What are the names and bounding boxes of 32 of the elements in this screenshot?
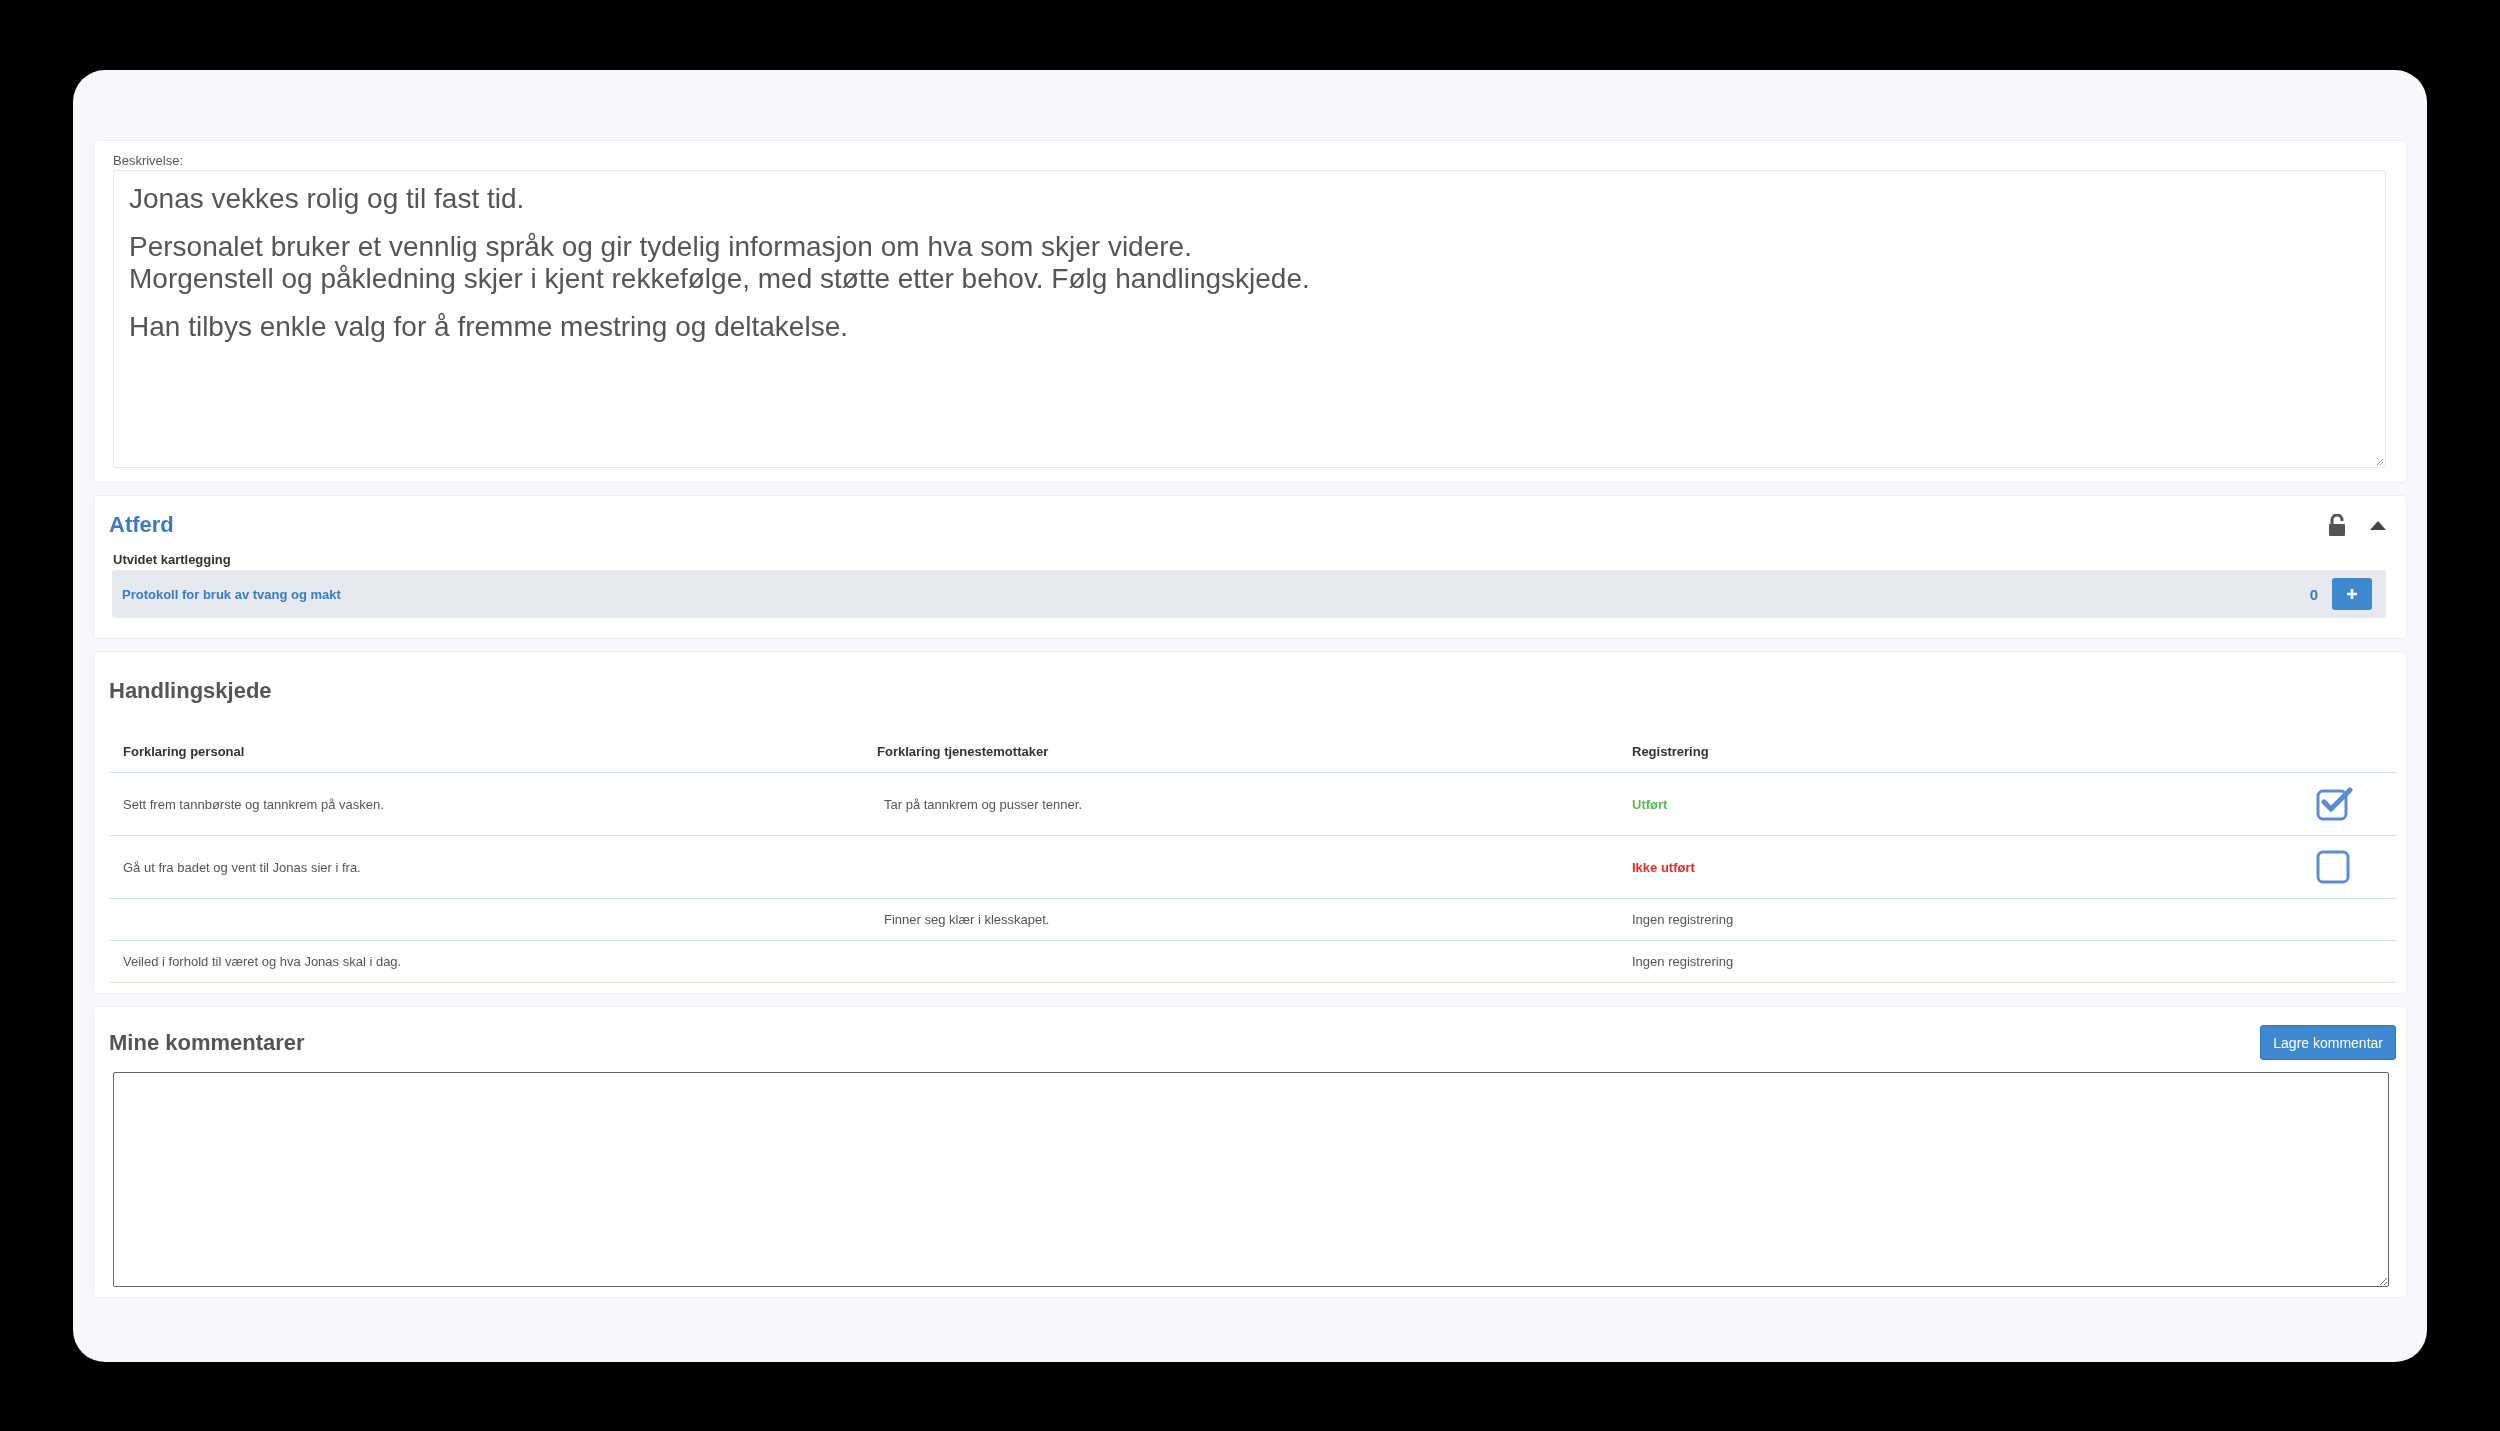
- protocol-link[interactable]: Protokoll for bruk av tvang og makt: [122, 587, 341, 602]
- table-cell: Finner seg klær i klesskapet.: [884, 912, 1050, 927]
- table-cell: Veiled i forhold til været og hva Jonas skal i dag.: [123, 954, 402, 969]
- table-cell: Sett frem tannbørste og tannkrem på vasken.: [123, 796, 384, 812]
- caret-up-icon[interactable]: [2370, 520, 2386, 530]
- table-cell: Tar på tannkrem og pusser tenner.: [884, 796, 1082, 812]
- subsection-label: Utvidet kartlegging: [113, 552, 231, 567]
- unlocked-lock-icon[interactable]: [2328, 514, 2346, 536]
- plus-icon: [2346, 588, 2358, 600]
- column-header: Forklaring personal: [123, 743, 245, 759]
- column-header: Forklaring tjenestemottaker: [877, 743, 1049, 759]
- save-comment-button[interactable]: Lagre kommentar: [2260, 1025, 2396, 1060]
- section-title: Handlingskjede: [109, 678, 273, 704]
- resize-grip-icon[interactable]: [2375, 457, 2383, 465]
- column-header: Registrering: [1632, 743, 1709, 759]
- field-label: Beskrivelse:: [113, 153, 184, 168]
- section-title: Atferd: [109, 512, 175, 538]
- status-label: Ingen registrering: [1632, 954, 1734, 969]
- status-label: Ingen registrering: [1632, 912, 1734, 927]
- description-paragraph: Han tilbys enkle valg for å fremme mestring og deltakelse.: [129, 311, 849, 343]
- status-label: Ikke utført: [1632, 859, 1695, 875]
- status-label: Utført: [1632, 796, 1668, 812]
- table-cell: Gå ut fra badet og vent til Jonas sier i fra.: [123, 859, 361, 875]
- comment-field[interactable]: [113, 1072, 2389, 1287]
- checkbox[interactable]: [2316, 850, 2350, 884]
- description-paragraph: Personalet bruker et vennlig språk og gir tydelig informasjon om hva som skjer videre. Morgenstell og påkledning skjer i kjent rekkefølge, med støtte etter behov. Følg handlingskjede.: [129, 231, 1311, 295]
- checkbox[interactable]: [2316, 787, 2354, 821]
- description-paragraph: Jonas vekkes rolig og til fast tid.: [129, 183, 526, 215]
- count-label: 0: [2309, 585, 2318, 603]
- add-button[interactable]: [2332, 578, 2372, 610]
- section-title: Mine kommentarer: [109, 1029, 305, 1056]
- description-field[interactable]: [113, 170, 2386, 468]
